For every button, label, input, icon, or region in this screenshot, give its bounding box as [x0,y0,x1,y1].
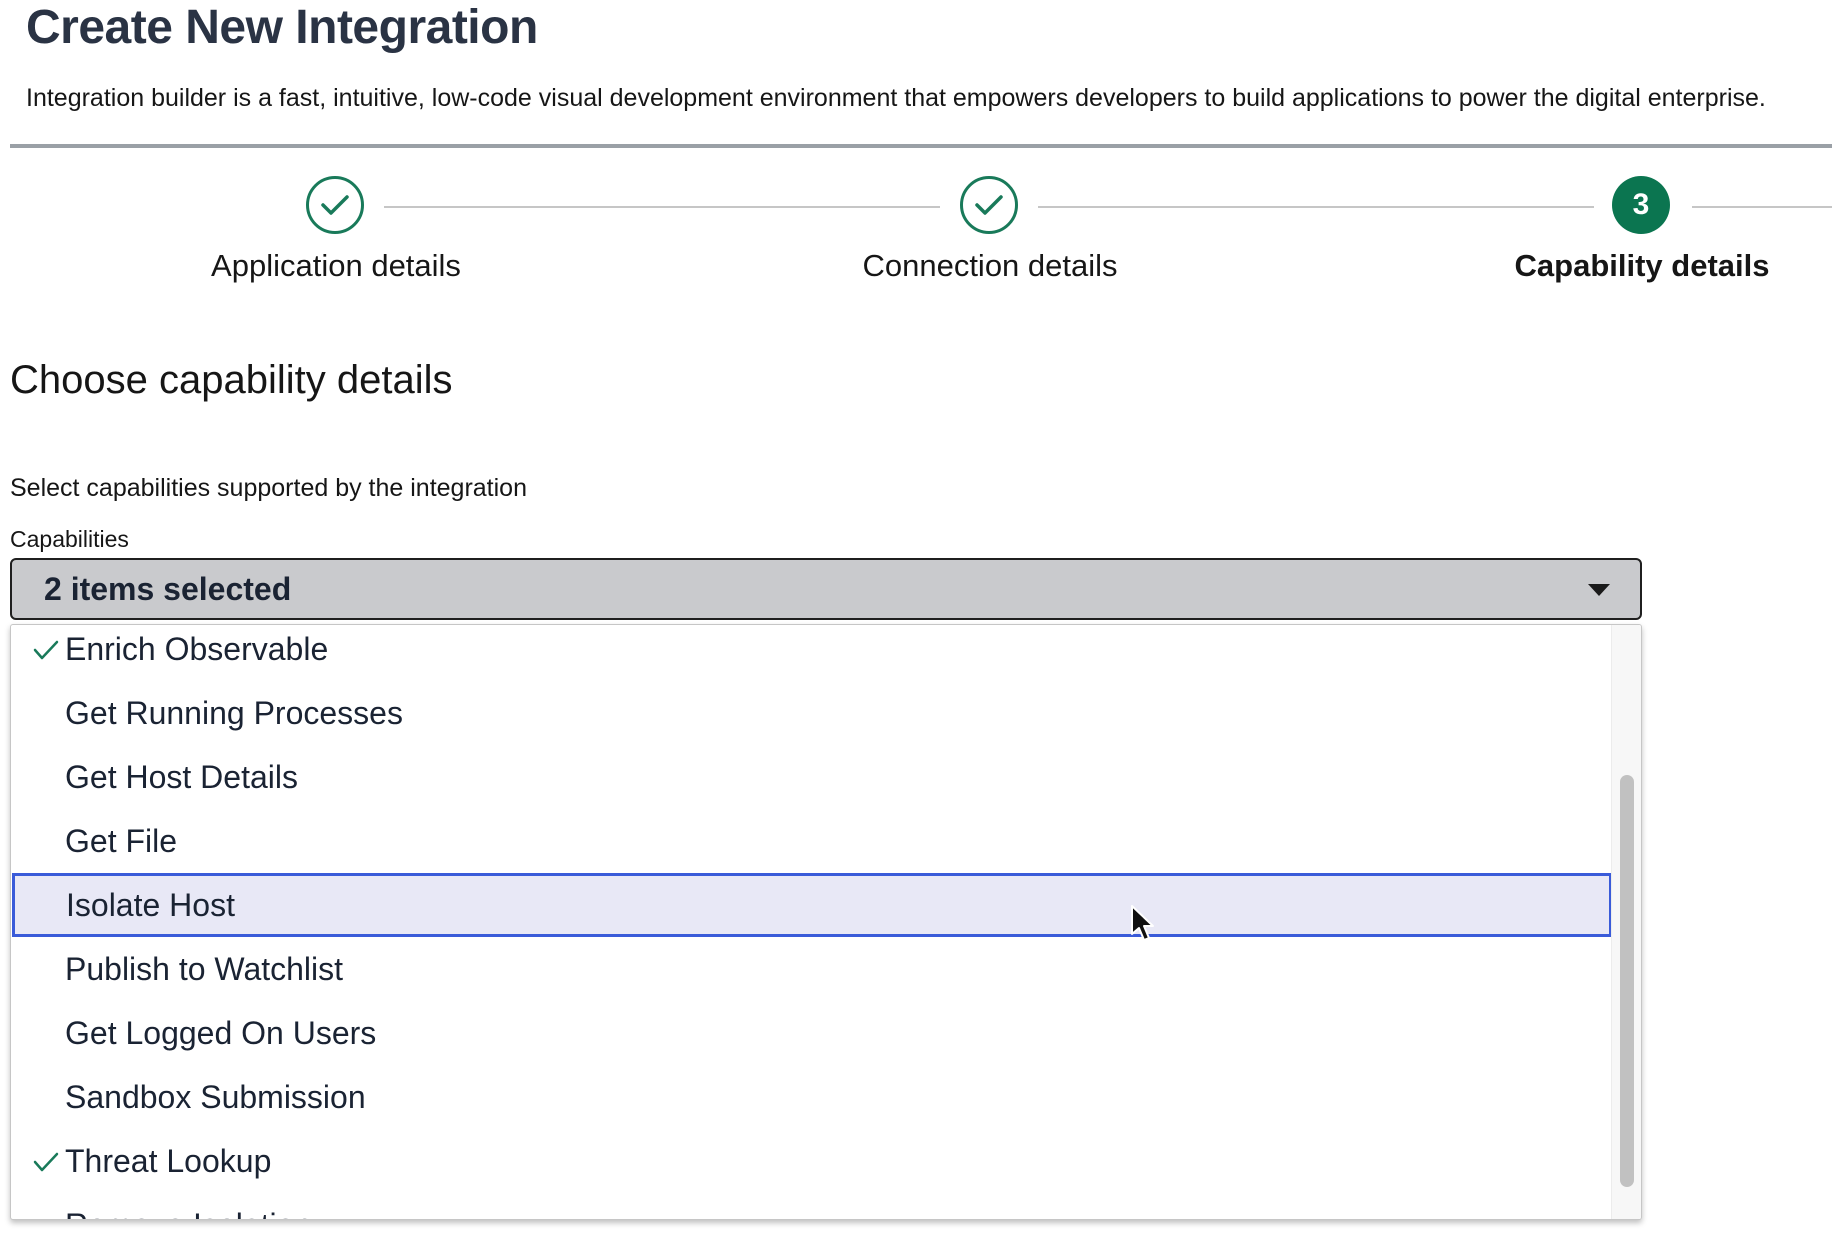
option-label: Get File [65,822,178,859]
capabilities-selection-summary: 2 items selected [44,570,292,607]
step-2-complete-icon[interactable] [960,176,1018,234]
option-label: Get Running Processes [65,694,403,731]
mouse-pointer-icon [1131,905,1154,941]
option-label: Isolate Host [66,886,235,923]
step-label-capability-details: Capability details [1514,248,1770,283]
chevron-down-icon[interactable] [1588,584,1610,596]
option-label: Threat Lookup [65,1142,272,1179]
create-integration-page: Create New Integration Integration build… [0,0,1832,1252]
option-get-logged-on-users[interactable]: Get Logged On Users [11,1001,1611,1065]
step-3-current-indicator: 3 [1612,176,1670,234]
scrollbar-thumb[interactable] [1620,775,1634,1187]
helper-text: Select capabilities supported by the int… [10,474,527,502]
step-1-complete-icon[interactable] [306,176,364,234]
capabilities-multiselect[interactable]: 2 items selected [10,558,1642,620]
page-title: Create New Integration [26,1,538,54]
option-publish-to-watchlist[interactable]: Publish to Watchlist [11,937,1611,1001]
step-label-application-details[interactable]: Application details [211,248,461,284]
option-get-host-details[interactable]: Get Host Details [11,745,1611,809]
option-isolate-host[interactable]: Isolate Host [12,873,1612,937]
option-enrich-observable[interactable]: Enrich Observable [11,625,1611,681]
option-get-file[interactable]: Get File [11,809,1611,873]
option-sandbox-submission[interactable]: Sandbox Submission [11,1065,1611,1129]
progress-stepper: Application details Connection details 3… [0,176,1832,296]
option-label: Publish to Watchlist [65,950,344,987]
option-label: Enrich Observable [65,630,329,667]
option-label: Get Logged On Users [65,1014,377,1051]
checkmark-icon [33,1152,59,1172]
step-connector [1038,206,1594,208]
page-description: Integration builder is a fast, intuitive… [26,84,1766,112]
capabilities-field-label: Capabilities [10,526,129,552]
checkmark-icon [33,640,59,660]
option-label: Remove Isolation [65,1207,312,1220]
capabilities-options-menu: Enrich Observable Get Running Processes … [10,624,1642,1220]
option-remove-isolation[interactable]: Remove Isolation [11,1193,1611,1220]
step-label-connection-details[interactable]: Connection details [862,248,1117,284]
option-label: Get Host Details [65,758,298,795]
header-divider [10,144,1832,148]
checkmark-icon [975,195,1003,215]
options-list: Enrich Observable Get Running Processes … [11,625,1612,1220]
section-heading: Choose capability details [10,358,453,402]
option-label: Sandbox Submission [65,1078,366,1115]
step-connector [384,206,940,208]
option-threat-lookup[interactable]: Threat Lookup [11,1129,1611,1193]
step-connector [1692,206,1832,208]
menu-scrollbar[interactable] [1611,625,1641,1219]
option-get-running-processes[interactable]: Get Running Processes [11,681,1611,745]
checkmark-icon [321,195,349,215]
